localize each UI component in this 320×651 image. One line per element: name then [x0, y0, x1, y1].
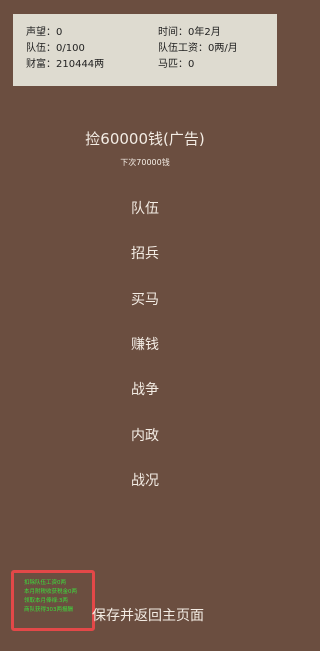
next-reward-hint: 下次70000钱 [120, 158, 170, 167]
menu-item-recruit[interactable]: 招兵 [95, 244, 195, 264]
wealth-stat: 财富：210444两 [26, 59, 105, 70]
menu-item-earn-money[interactable]: 赚钱 [95, 335, 195, 355]
stats-panel: 声望：0 队伍：0/100 财富：210444两 时间：0年2月 队伍工资：0两… [13, 14, 277, 86]
menu-item-war-status[interactable]: 战况 [95, 471, 195, 491]
salary-stat: 队伍工资：0两/月 [158, 43, 238, 54]
horses-stat: 马匹：0 [158, 59, 195, 70]
menu-item-team[interactable]: 队伍 [95, 199, 195, 219]
save-and-return-button[interactable]: 保存并返回主页面 [92, 606, 204, 626]
log-line: 本月附税收获税金0两 [24, 589, 77, 595]
menu-item-buy-horses[interactable]: 买马 [95, 290, 195, 310]
event-log: 扣除队伍工资0两 本月附税收获税金0两 领取本月俸禄:3两 商队获得303两报酬 [11, 570, 95, 631]
menu-item-war[interactable]: 战争 [95, 380, 195, 400]
log-line: 领取本月俸禄:3两 [24, 598, 68, 604]
team-stat: 队伍：0/100 [26, 43, 85, 54]
menu-item-internal-affairs[interactable]: 内政 [95, 426, 195, 446]
log-line: 商队获得303两报酬 [24, 607, 73, 613]
time-stat: 时间：0年2月 [158, 27, 221, 38]
reputation-stat: 声望：0 [26, 27, 63, 38]
collect-money-ad-button[interactable]: 捡60000钱(广告) [0, 129, 290, 149]
log-line: 扣除队伍工资0两 [24, 580, 66, 586]
